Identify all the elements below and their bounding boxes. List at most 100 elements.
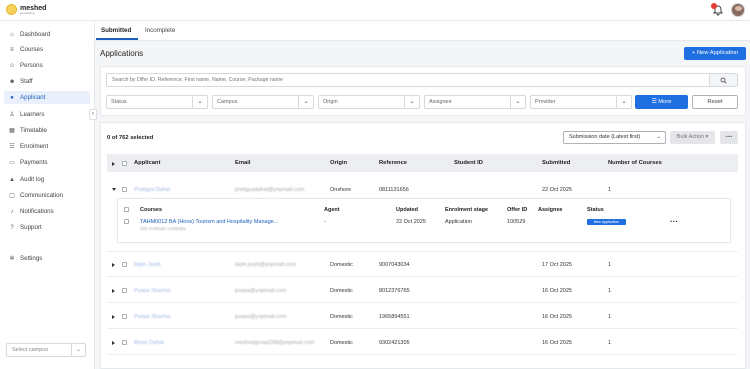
- row-checkbox[interactable]: [122, 288, 127, 293]
- sort-select[interactable]: Submission date (Latest first) ⌄: [563, 131, 666, 144]
- sidebar-item-persons[interactable]: ☺ Persons: [4, 59, 90, 72]
- payments-icon: ▭: [9, 159, 15, 166]
- campus-select[interactable]: Select campus ⌄: [6, 343, 86, 357]
- expand-row-icon[interactable]: [112, 341, 115, 345]
- search-icon: [720, 77, 727, 84]
- select-all-checkbox[interactable]: [122, 161, 127, 166]
- search-input[interactable]: [106, 73, 710, 87]
- support-icon: ?: [10, 224, 14, 231]
- provider-filter[interactable]: Provider ⌄: [530, 95, 632, 109]
- column-header-email[interactable]: Email: [235, 160, 250, 166]
- sidebar-item-label: Staff: [20, 78, 33, 85]
- column-header-number-of-courses[interactable]: Number of Courses: [608, 160, 662, 166]
- enrolment-icon: ☷: [9, 143, 15, 150]
- course-updated: 22 Oct 2025: [396, 219, 426, 225]
- applicant-origin: Domestic: [330, 288, 353, 294]
- applicant-name[interactable]: Bipin Joshi: [134, 262, 161, 268]
- sidebar-item-timetable[interactable]: ▦ Timetable: [4, 124, 90, 137]
- applicant-name[interactable]: Puspa Sharma: [134, 314, 170, 320]
- brand-logo[interactable]: meshed connecting: [6, 4, 46, 15]
- more-options-button[interactable]: …: [720, 131, 738, 144]
- subcolumn-header-agent: Agent: [324, 207, 340, 213]
- logo-mark-icon: [6, 4, 17, 15]
- column-header-submitted[interactable]: Submitted: [542, 160, 570, 166]
- row-checkbox[interactable]: [122, 340, 127, 345]
- applicant-reference: 0811131656: [379, 187, 409, 193]
- sidebar-item-support[interactable]: ? Support: [4, 221, 90, 234]
- sidebar-item-label: Audit log: [20, 176, 45, 183]
- applicant-origin: Domestic: [330, 314, 353, 320]
- row-checkbox[interactable]: [122, 262, 127, 267]
- subcolumn-header-assignee: Assignee: [538, 207, 563, 213]
- applicant-name[interactable]: Puspa Sharma: [134, 288, 170, 294]
- sidebar-item-applicant[interactable]: ● Applicant: [4, 91, 90, 104]
- communication-icon: ▢: [9, 192, 15, 199]
- avatar[interactable]: [731, 3, 745, 17]
- bulk-action-label: Bulk Action: [676, 134, 704, 140]
- course-row-checkbox[interactable]: [124, 219, 129, 224]
- expand-all-icon[interactable]: [112, 162, 115, 166]
- expand-row-icon[interactable]: [112, 263, 115, 267]
- sidebar-collapse-button[interactable]: ‹: [89, 109, 97, 120]
- sidebar-item-dashboard[interactable]: ⌂ Dashboard: [4, 28, 90, 41]
- course-actions-button[interactable]: ···: [670, 218, 678, 226]
- sidebar-item-staff[interactable]: ☻ Staff: [4, 75, 90, 88]
- chevron-down-icon: ⌄: [298, 96, 313, 108]
- sidebar-item-courses[interactable]: ≡ Courses: [4, 43, 90, 56]
- sidebar-item-payments[interactable]: ▭ Payments: [4, 156, 90, 169]
- row-divider: [107, 328, 738, 329]
- tab-submitted[interactable]: Submitted: [101, 27, 131, 34]
- course-select-all-checkbox[interactable]: [124, 207, 129, 212]
- sidebar-item-settings[interactable]: ✲ Settings: [4, 252, 90, 265]
- applicant-name[interactable]: Bivan Dahal: [134, 340, 164, 346]
- row-checkbox[interactable]: [122, 314, 127, 319]
- column-header-origin[interactable]: Origin: [330, 160, 347, 166]
- chevron-down-icon: ⌄: [192, 96, 207, 108]
- applicant-name[interactable]: Pratigya Dahal: [134, 187, 170, 193]
- reset-button[interactable]: Reset: [692, 95, 738, 109]
- row-divider: [107, 302, 738, 303]
- row-divider: [107, 276, 738, 277]
- sidebar-item-audit-log[interactable]: ▲ Audit log: [4, 173, 90, 186]
- column-header-student-id[interactable]: Student ID: [454, 160, 483, 166]
- column-header-applicant[interactable]: Applicant: [134, 160, 160, 166]
- collapse-row-icon[interactable]: [112, 188, 116, 191]
- origin-filter[interactable]: Origin ⌄: [318, 95, 420, 109]
- subcolumn-header-updated: Updated: [396, 207, 418, 213]
- staff-icon: ☻: [9, 78, 16, 85]
- course-link[interactable]: TAHM0012 BA (Hons) Tourism and Hospitali…: [140, 219, 278, 225]
- applicant-submitted: 16 Oct 2025: [542, 288, 572, 294]
- campus-filter[interactable]: Campus ⌄: [212, 95, 314, 109]
- sidebar-item-label: Notifications: [20, 208, 54, 215]
- expand-row-icon[interactable]: [112, 315, 115, 319]
- row-divider: [107, 251, 738, 252]
- applicant-email: puspa@yopmail.com: [235, 288, 287, 294]
- applicant-email: bipin.joshi@yopmail.com: [235, 262, 296, 268]
- notification-badge: [711, 3, 717, 9]
- search-button[interactable]: [709, 73, 738, 87]
- sidebar-item-notifications[interactable]: ♪ Notifications: [4, 205, 90, 218]
- expand-row-icon[interactable]: [112, 289, 115, 293]
- applicant-courses-count: 1: [608, 340, 612, 346]
- sidebar-item-label: Applicant: [20, 94, 46, 101]
- tab-incomplete[interactable]: Incomplete: [145, 27, 175, 34]
- assignee-filter[interactable]: Assignee ⌄: [424, 95, 526, 109]
- subcolumn-header-offer-id: Offer ID: [507, 207, 528, 213]
- applicant-courses-count: 1: [608, 187, 612, 193]
- page-title: Applications: [100, 49, 144, 58]
- bulk-action-button[interactable]: Bulk Action ▾: [670, 131, 715, 144]
- new-application-button[interactable]: + New Application: [684, 47, 746, 60]
- more-filters-button[interactable]: ☰ More: [635, 95, 688, 109]
- sidebar-item-communication[interactable]: ▢ Communication: [4, 189, 90, 202]
- assignee-filter-label: Assignee: [429, 99, 452, 105]
- row-divider: [107, 354, 738, 355]
- sidebar-item-learners[interactable]: ♙ Learners: [4, 108, 90, 121]
- column-header-reference[interactable]: Reference: [379, 160, 407, 166]
- active-tab-indicator: [96, 38, 138, 40]
- applicant-courses-count: 1: [608, 262, 612, 268]
- applicant-origin: Onshore: [330, 187, 352, 193]
- status-filter[interactable]: Status ⌄: [106, 95, 208, 109]
- row-checkbox[interactable]: [122, 187, 127, 192]
- chevron-down-icon: ⌄: [616, 96, 631, 108]
- sidebar-item-enrolment[interactable]: ☷ Enrolment: [4, 140, 90, 153]
